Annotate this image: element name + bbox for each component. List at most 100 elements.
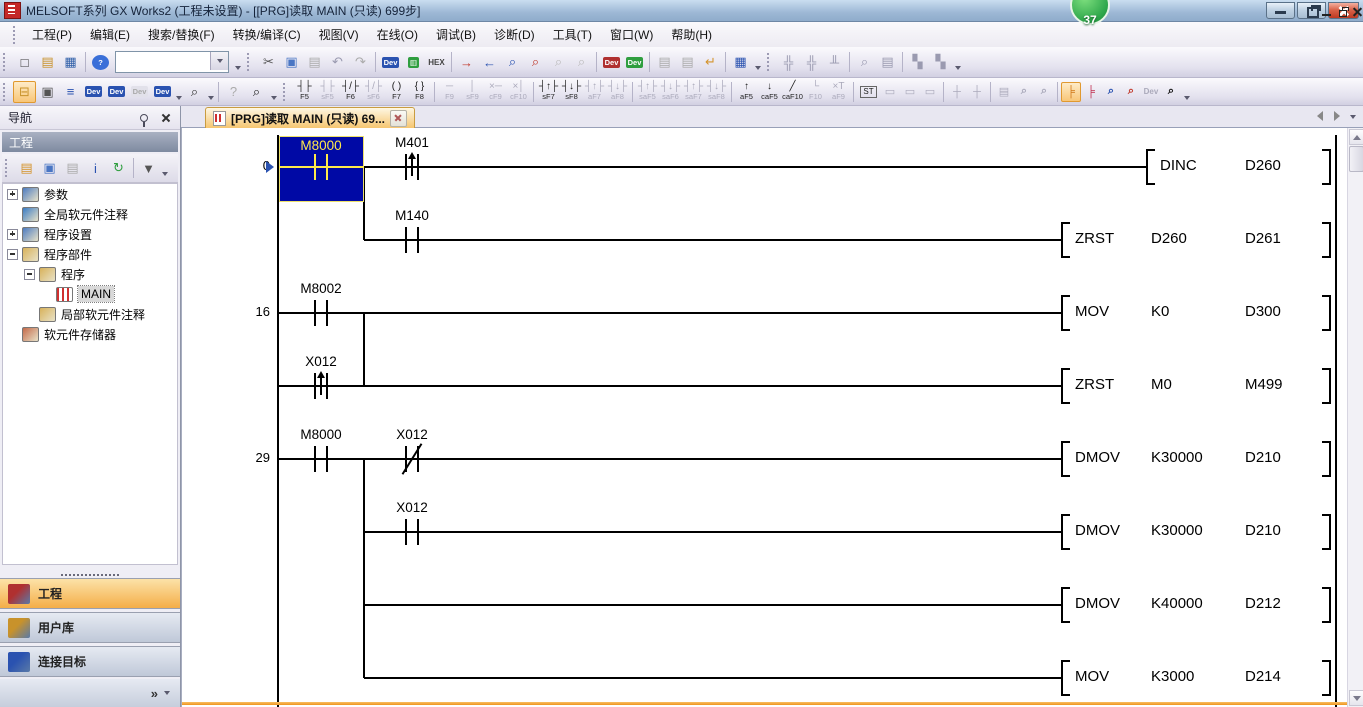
mdi-restore-button[interactable] [1336, 5, 1350, 19]
tab-scroll-right-icon[interactable] [1334, 111, 1340, 121]
rising-pulse-button[interactable]: ┤↑├sF7 [537, 79, 560, 104]
device-test-icon[interactable]: Dev [1141, 82, 1161, 102]
collapse-icon[interactable] [24, 269, 35, 280]
project-tree-icon[interactable]: ⊟ [13, 81, 36, 103]
help-icon[interactable]: ? [89, 51, 112, 73]
minimize-button[interactable] [1266, 2, 1295, 19]
contact-M140[interactable] [396, 217, 428, 263]
pulse-negated-1-button[interactable]: ┤↑├saF5 [636, 79, 659, 104]
watch-window-2-icon[interactable]: ▤ [676, 51, 699, 73]
delete-horizontal-line-button[interactable]: ×─cF9 [484, 79, 507, 104]
toolbar-combo-input[interactable] [116, 52, 214, 70]
tree-item-程序[interactable]: 程序 [3, 264, 177, 284]
contact-M401[interactable] [396, 144, 428, 190]
toolbar-overflow-icon[interactable] [268, 81, 280, 103]
scroll-up-icon[interactable] [1349, 129, 1363, 145]
open-project-icon[interactable]: ▤ [36, 51, 59, 73]
monitor-start-icon[interactable]: ⌕ [501, 51, 524, 73]
edit-mode-3-icon[interactable]: ▭ [920, 82, 940, 102]
copy-icon[interactable]: ▣ [280, 51, 303, 73]
jump-icon[interactable]: ↵ [699, 51, 722, 73]
note-find-2-icon[interactable]: ⌕ [1034, 82, 1054, 102]
menu-item-1[interactable]: 工程(P) [23, 22, 81, 47]
nav-button-工程[interactable]: 工程 [0, 578, 180, 609]
extra-tool-3-icon[interactable]: ╨ [823, 51, 846, 73]
tab-scroll-left-icon[interactable] [1317, 111, 1323, 121]
delete-line-button[interactable]: ×TaF9 [827, 79, 850, 104]
toolbar-grip[interactable] [283, 83, 289, 101]
find-device-red-icon[interactable]: ⌕ [1121, 82, 1141, 102]
expand-icon[interactable] [7, 189, 18, 200]
hex-display-icon[interactable]: HEX [425, 51, 448, 73]
monitor-pause-icon[interactable]: ⌕ [547, 51, 570, 73]
pulse-negated-3-button[interactable]: ┤↑├saF7 [682, 79, 705, 104]
parallel-rising-pulse-button[interactable]: ┤↑├aF7 [583, 79, 606, 104]
module-config-icon[interactable]: ▣ [36, 81, 59, 103]
extra-tool-6-icon[interactable]: ▚ [906, 51, 929, 73]
invert-result-button[interactable]: ↑aF5 [735, 79, 758, 104]
undo-icon[interactable]: ↶ [326, 51, 349, 73]
falling-pulse-button[interactable]: ┤↓├sF8 [560, 79, 583, 104]
watch-window-1-icon[interactable]: ▤ [653, 51, 676, 73]
contact-X012[interactable] [305, 363, 337, 409]
extra-tool-7-icon[interactable]: ▚ [929, 51, 952, 73]
edit-mode-1-icon[interactable]: ▭ [880, 82, 900, 102]
statement-icon[interactable]: ▤ [994, 82, 1014, 102]
task-list-icon[interactable]: ≡ [59, 81, 82, 103]
expand-icon[interactable] [7, 229, 18, 240]
device-display-icon-dropdown[interactable] [174, 81, 183, 103]
zoom-icon[interactable]: ⌕ [1161, 82, 1181, 102]
monitor-stop-icon[interactable]: ⌕ [524, 51, 547, 73]
paste-icon[interactable]: ▤ [303, 51, 326, 73]
device-find-icon-dropdown[interactable] [206, 81, 215, 103]
tab-main-program[interactable]: [PRG]读取 MAIN (只读) 69... [205, 107, 415, 129]
find-binoculars-icon[interactable]: ⌕ [245, 81, 268, 103]
menu-item-7[interactable]: 调试(B) [427, 22, 485, 47]
ladder-canvas[interactable]: M8000M401M140M8002X012M8000X012X012DINCD… [181, 128, 1363, 707]
tree-item-软元件存储器[interactable]: 软元件存储器 [3, 324, 177, 344]
nav-button-连接目标[interactable]: 连接目标 [0, 646, 180, 677]
extra-tool-5-icon[interactable]: ▤ [876, 51, 899, 73]
contact-X012[interactable] [396, 436, 428, 482]
tree-item-程序部件[interactable]: 程序部件 [3, 244, 177, 264]
cut-icon[interactable]: ✂ [257, 51, 280, 73]
toolbar-grip[interactable] [3, 53, 9, 71]
mdi-minimize-button[interactable] [1320, 5, 1334, 19]
menu-item-2[interactable]: 编辑(E) [81, 22, 139, 47]
contact-M8002[interactable] [305, 290, 337, 336]
vertical-line-button[interactable]: │sF9 [461, 79, 484, 104]
monitor-resume-icon[interactable]: ⌕ [570, 51, 593, 73]
scroll-down-icon[interactable] [1349, 690, 1363, 706]
tree-item-全局软元件注释[interactable]: 全局软元件注释 [3, 204, 177, 224]
parallel-open-contact-button[interactable]: ┤├sF5 [316, 79, 339, 104]
wire-draw-icon[interactable]: ┼ [947, 82, 967, 102]
inline-st-button[interactable]: ST [857, 79, 880, 104]
menu-item-3[interactable]: 搜索/替换(F) [139, 22, 224, 47]
filter-icon[interactable]: ▼ [137, 157, 160, 179]
device-ccl-icon[interactable]: Dev [128, 81, 151, 103]
help-disabled-icon[interactable]: ? [222, 81, 245, 103]
pulse-negated-2-button[interactable]: ┤↓├saF6 [659, 79, 682, 104]
closed-contact-button[interactable]: ┤/├F6 [339, 79, 362, 104]
device-comment-write-icon[interactable]: Dev [379, 51, 402, 73]
tree-item-MAIN[interactable]: MAIN [3, 284, 177, 304]
menu-item-11[interactable]: 帮助(H) [662, 22, 721, 47]
toolbar-grip[interactable] [767, 53, 773, 71]
tree-item-程序设置[interactable]: 程序设置 [3, 224, 177, 244]
close-panel-icon[interactable] [160, 112, 172, 124]
menu-item-10[interactable]: 窗口(W) [601, 22, 662, 47]
scrollbar-thumb[interactable] [1349, 146, 1363, 172]
toolbar-grip[interactable] [3, 83, 9, 101]
tab-close-icon[interactable] [390, 110, 407, 127]
horizontal-line-button[interactable]: ─F9 [438, 79, 461, 104]
copy-item-icon[interactable]: ▣ [38, 157, 61, 179]
coil-button[interactable]: ( )F7 [385, 79, 408, 104]
pc-monitor-icon[interactable]: ▦ [729, 51, 752, 73]
new-project-icon[interactable]: □ [13, 51, 36, 73]
toolbar-overflow-icon[interactable] [232, 51, 244, 73]
slash-button[interactable]: ╱caF10 [781, 79, 804, 104]
draw-line-button[interactable]: └F10 [804, 79, 827, 104]
ladder-color-edit-icon[interactable]: ╞ [1081, 82, 1101, 102]
collapse-bar[interactable]: » [0, 679, 180, 707]
monitor-mode-icon[interactable]: ▥ [402, 51, 425, 73]
